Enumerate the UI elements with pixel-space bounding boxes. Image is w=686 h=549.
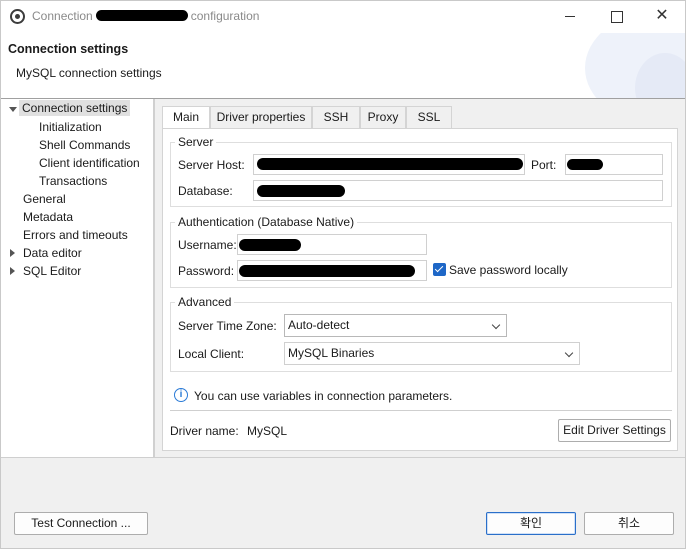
tab-driver-properties[interactable]: Driver properties	[210, 106, 312, 128]
chevron-down-icon	[491, 320, 501, 330]
edit-driver-settings-button[interactable]: Edit Driver Settings	[558, 419, 671, 442]
redacted-port	[567, 159, 603, 170]
server-time-zone-select[interactable]: Auto-detect	[284, 314, 507, 337]
tree-item-label: Data editor	[23, 246, 82, 260]
redacted-password	[239, 265, 415, 277]
tree-item-label: Initialization	[39, 120, 102, 134]
tab-ssl[interactable]: SSL	[406, 106, 452, 128]
cancel-button[interactable]: 취소	[584, 512, 674, 535]
local-client-select[interactable]: MySQL Binaries	[284, 342, 580, 365]
separator	[170, 410, 672, 411]
save-password-label[interactable]: Save password locally	[449, 263, 568, 277]
tab-ssh[interactable]: SSH	[312, 106, 360, 128]
window-title: Connection configuration	[32, 9, 259, 23]
local-client-value: MySQL Binaries	[288, 346, 375, 360]
chevron-down-icon	[564, 348, 574, 358]
driver-name-value: MySQL	[247, 424, 288, 438]
tree-item-label: Client identification	[39, 156, 140, 170]
close-button[interactable]: ✕	[639, 1, 685, 33]
save-password-checkbox[interactable]	[433, 263, 446, 276]
tree-item-label: Connection settings	[19, 100, 131, 116]
tree-item-label: SQL Editor	[23, 264, 82, 278]
server-time-zone-value: Auto-detect	[288, 318, 350, 332]
tree-item-client-identification[interactable]: Client identification	[39, 156, 140, 170]
info-icon: i	[174, 388, 188, 402]
tab-proxy[interactable]: Proxy	[360, 106, 406, 128]
tree-item-general[interactable]: General	[23, 192, 66, 206]
database-label: Database:	[178, 184, 233, 198]
settings-tree	[1, 99, 153, 457]
redacted-connection-name	[95, 10, 188, 21]
ok-button[interactable]: 확인	[486, 512, 576, 535]
local-client-label: Local Client:	[178, 347, 245, 361]
redacted-server-host	[257, 158, 523, 170]
tree-item-label: Errors and timeouts	[23, 228, 128, 242]
tree-item-connection-settings[interactable]: Connection settings	[19, 100, 131, 116]
window-title-prefix: Connection	[32, 9, 93, 23]
password-label: Password:	[178, 264, 235, 278]
tree-item-data-editor[interactable]: Data editor	[23, 246, 82, 260]
minimize-button[interactable]	[547, 1, 593, 33]
test-connection-button[interactable]: Test Connection ...	[14, 512, 148, 535]
tree-item-label: Shell Commands	[39, 138, 131, 152]
expanded-arrow-icon[interactable]	[9, 107, 17, 112]
title-bar: Connection configuration ✕	[1, 1, 685, 33]
port-label: Port:	[531, 158, 557, 172]
page-subtitle: MySQL connection settings	[16, 66, 162, 80]
redacted-username	[239, 239, 301, 251]
tree-item-metadata[interactable]: Metadata	[23, 210, 73, 224]
window-title-suffix: configuration	[190, 9, 260, 23]
tree-item-sql-editor[interactable]: SQL Editor	[23, 264, 81, 278]
advanced-group-label: Advanced	[175, 295, 235, 309]
tree-item-label: Metadata	[23, 210, 74, 224]
connection-configuration-dialog: Connection configuration ✕ Connection set…	[0, 0, 686, 549]
tree-item-initialization[interactable]: Initialization	[39, 120, 102, 134]
collapsed-arrow-icon[interactable]	[10, 267, 15, 275]
close-icon: ✕	[655, 7, 669, 24]
server-host-label: Server Host:	[178, 158, 245, 172]
info-text: You can use variables in connection para…	[194, 389, 453, 403]
dbeaver-app-icon	[10, 9, 25, 24]
server-group-label: Server	[175, 135, 217, 149]
page-title: Connection settings	[8, 42, 129, 56]
tree-item-shell-commands[interactable]: Shell Commands	[39, 138, 130, 152]
driver-name-label: Driver name:	[170, 424, 239, 438]
collapsed-arrow-icon[interactable]	[10, 249, 15, 257]
maximize-button[interactable]	[593, 1, 639, 33]
page-header: Connection settings MySQL connection set…	[1, 33, 685, 99]
server-time-zone-label: Server Time Zone:	[178, 319, 277, 333]
authentication-group-label: Authentication (Database Native)	[175, 215, 358, 229]
tab-main[interactable]: Main	[162, 106, 210, 129]
username-label: Username:	[178, 238, 237, 252]
tree-item-errors-and-timeouts[interactable]: Errors and timeouts	[23, 228, 128, 242]
tree-item-transactions[interactable]: Transactions	[39, 174, 107, 188]
tree-item-label: Transactions	[39, 174, 108, 188]
tree-item-label: General	[23, 192, 66, 206]
redacted-database	[257, 185, 345, 197]
